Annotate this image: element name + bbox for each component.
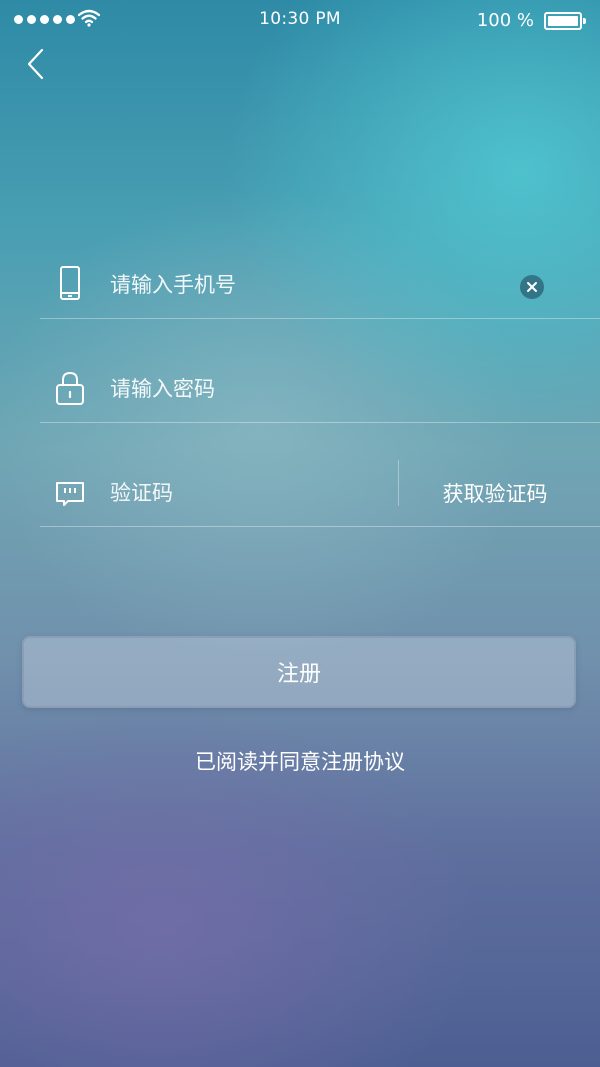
phone-input[interactable]	[110, 268, 470, 302]
back-button[interactable]	[22, 46, 52, 82]
lock-icon	[56, 371, 84, 405]
agreement-link[interactable]: 已阅读并同意注册协议	[0, 746, 600, 776]
verification-code-input[interactable]	[110, 476, 380, 510]
mobile-phone-icon	[60, 266, 80, 300]
get-code-button[interactable]: 获取验证码	[420, 478, 570, 508]
clear-phone-button[interactable]	[520, 275, 544, 299]
phone-field-row	[40, 258, 600, 319]
clear-x-icon	[527, 282, 537, 292]
chevron-left-icon	[27, 48, 44, 80]
code-field-row: 获取验证码	[40, 460, 600, 527]
battery-full-icon	[544, 12, 586, 30]
battery-percent: 100 %	[476, 10, 534, 31]
password-input[interactable]	[110, 372, 470, 406]
status-bar: 10:30 PM 100 %	[0, 0, 600, 40]
register-button[interactable]: 注册	[22, 636, 576, 708]
message-bubble-icon	[56, 482, 84, 506]
password-field-row	[40, 362, 600, 423]
code-divider	[398, 460, 399, 506]
